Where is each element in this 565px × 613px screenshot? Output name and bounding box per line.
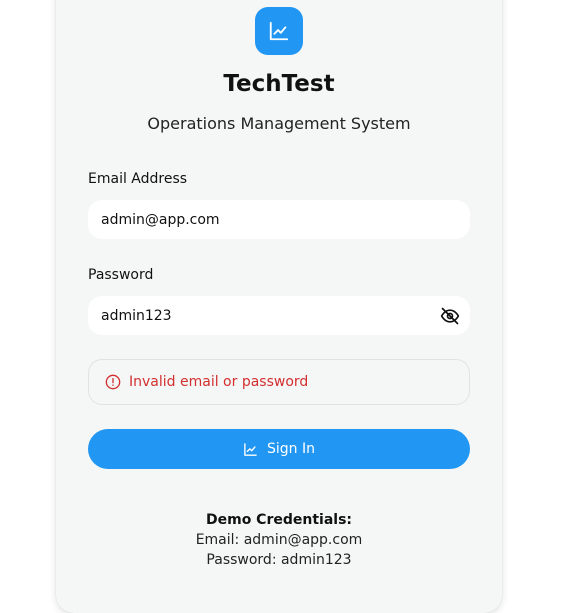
demo-email: Email: admin@app.com [195, 532, 363, 548]
password-field[interactable]: admin123 [88, 296, 470, 335]
password-value: admin123 [101, 307, 172, 324]
email-field[interactable]: admin@app.com [88, 200, 470, 239]
sign-in-label: Sign In [267, 441, 315, 457]
demo-credentials: Demo Credentials: Email: admin@app.com P… [56, 510, 502, 570]
error-message: Invalid email or password [129, 374, 309, 390]
eye-off-icon[interactable] [440, 306, 460, 326]
demo-heading: Demo Credentials: [205, 512, 353, 528]
login-card: TechTest Operations Management System Em… [56, 0, 502, 613]
error-alert: Invalid email or password [88, 359, 470, 405]
line-chart-icon [244, 442, 257, 456]
app-title: TechTest [223, 71, 335, 97]
app-logo [255, 7, 303, 55]
alert-circle-icon [105, 374, 121, 390]
app-subtitle: Operations Management System [147, 114, 411, 133]
password-label: Password [88, 267, 154, 283]
email-label: Email Address [88, 171, 188, 187]
email-value: admin@app.com [101, 211, 220, 228]
sign-in-button[interactable]: Sign In [88, 429, 470, 469]
line-chart-icon [269, 21, 289, 41]
demo-password: Password: admin123 [206, 552, 352, 568]
